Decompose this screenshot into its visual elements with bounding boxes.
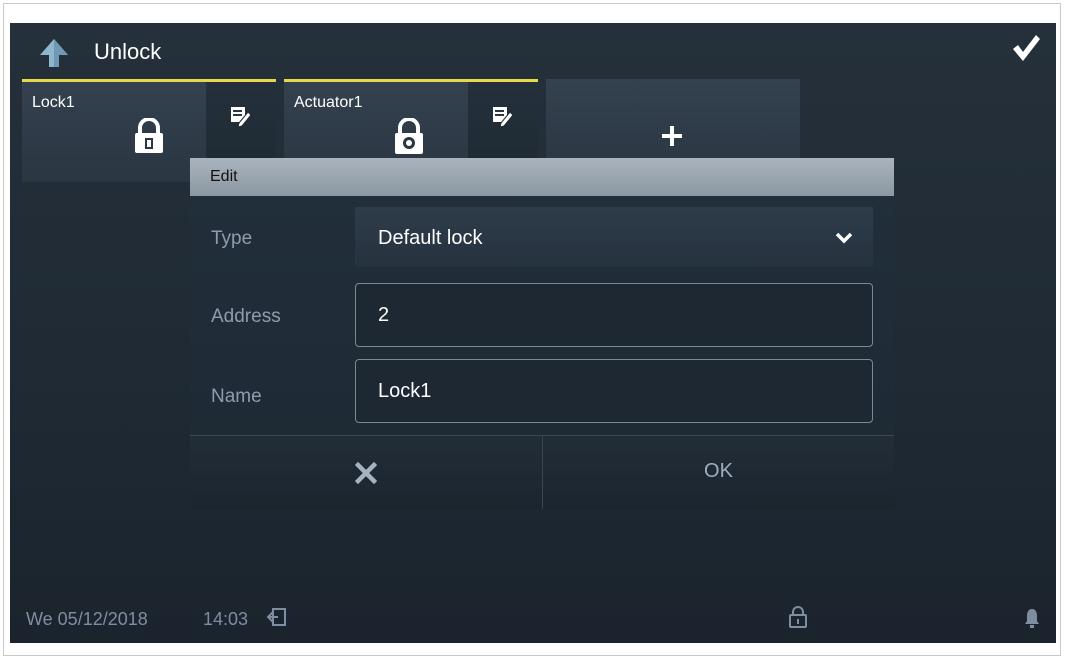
tile-label: Lock1: [32, 94, 75, 111]
page-title: Unlock: [94, 39, 162, 64]
padlock-status-icon[interactable]: [788, 605, 808, 629]
exit-door-icon[interactable]: [266, 606, 288, 628]
type-label: Type: [211, 228, 253, 249]
confirm-checkmark-icon[interactable]: [1010, 33, 1042, 63]
chevron-down-icon: [835, 232, 853, 244]
dialog-title-bar: Edit: [190, 158, 894, 196]
name-field[interactable]: Lock1: [355, 359, 873, 423]
cancel-button[interactable]: [190, 436, 542, 509]
status-date: We 05/12/2018: [26, 609, 148, 629]
x-icon: [355, 462, 377, 484]
type-select-value: Default lock: [378, 227, 483, 249]
address-label: Address: [211, 306, 281, 327]
ok-label: OK: [704, 460, 733, 482]
padlock-icon: [395, 118, 423, 154]
name-value: Lock1: [378, 380, 432, 402]
type-select[interactable]: Default lock: [355, 207, 873, 267]
edit-dialog: Edit Type Default lock Address 2 Name Lo…: [190, 158, 894, 509]
app-screen: Unlock Lock1 Actuator1 Edit Type Default…: [10, 23, 1056, 643]
dialog-button-bar: OK: [190, 435, 894, 509]
address-field[interactable]: 2: [355, 283, 873, 347]
plus-icon: [662, 126, 682, 146]
dialog-title: Edit: [210, 168, 238, 185]
top-bar: Unlock: [10, 23, 1056, 79]
pencil-note-icon: [493, 107, 514, 128]
status-bar: We 05/12/2018 14:03: [10, 593, 1056, 643]
bell-icon[interactable]: [1023, 607, 1041, 629]
pencil-note-icon: [231, 107, 252, 128]
padlock-icon: [135, 118, 163, 153]
tile-label: Actuator1: [294, 94, 363, 111]
status-time: 14:03: [203, 609, 249, 629]
name-label: Name: [211, 386, 262, 407]
back-arrow-icon[interactable]: [36, 37, 72, 69]
ok-button[interactable]: OK: [543, 436, 894, 509]
address-value: 2: [378, 304, 390, 326]
